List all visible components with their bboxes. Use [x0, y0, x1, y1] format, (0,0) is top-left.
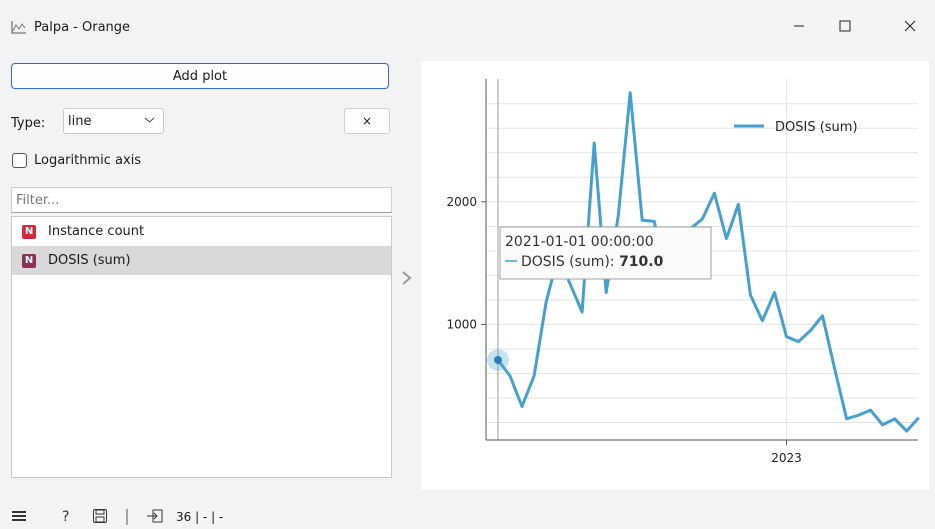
list-item-dosis-sum[interactable]: N DOSIS (sum) — [12, 246, 391, 275]
line-chart-icon — [11, 21, 26, 34]
log-axis-checkbox[interactable] — [12, 153, 27, 168]
line-chart[interactable]: 1000 2000 2023 DOSIS (sum) 2021-01-01 00:00:… — [421, 61, 929, 490]
log-axis-label[interactable]: Logarithmic axis — [34, 153, 141, 168]
chevron-right-icon[interactable] — [400, 270, 414, 286]
control-panel: Add plot Type: line × Logarithmic axis F… — [0, 52, 395, 492]
save-icon[interactable] — [92, 508, 108, 524]
tooltip-value-number: 710.0 — [619, 254, 664, 270]
maximize-icon — [839, 20, 851, 32]
list-item-instance-count[interactable]: N Instance count — [12, 217, 391, 246]
tooltip-value: DOSIS (sum): 710.0 — [521, 254, 664, 270]
hover-point — [494, 355, 502, 364]
status-bar: ? 36 | - | - — [0, 506, 935, 529]
minimize-icon — [794, 25, 804, 27]
list-item-label: DOSIS (sum) — [48, 253, 131, 268]
variable-list[interactable]: N Instance count N DOSIS (sum) — [11, 216, 392, 478]
chevron-down-icon — [144, 117, 155, 123]
help-icon[interactable]: ? — [59, 508, 75, 524]
x-tick-label: 2023 — [771, 451, 802, 465]
type-label: Type: — [11, 116, 46, 131]
tooltip-series-label: DOSIS (sum): — [521, 254, 619, 270]
svg-text:?: ? — [62, 509, 69, 524]
minimize-button[interactable] — [776, 10, 822, 42]
menu-icon[interactable] — [11, 508, 27, 524]
legend-label: DOSIS (sum) — [775, 120, 858, 135]
close-button[interactable] — [887, 10, 933, 42]
data-summary: 36 | - | - — [176, 510, 224, 524]
tooltip-date: 2021-01-01 00:00:00 — [505, 234, 654, 250]
list-item-label: Instance count — [48, 224, 145, 239]
filter-input[interactable]: Filter... — [11, 187, 392, 213]
close-icon — [904, 20, 916, 32]
window-title: Palpa - Orange — [34, 20, 131, 35]
numeric-variable-icon: N — [22, 224, 36, 239]
y-tick-label: 2000 — [446, 195, 477, 209]
title-bar: Palpa - Orange — [0, 0, 935, 52]
type-select-value: line — [68, 113, 92, 129]
y-tick-label: 1000 — [446, 317, 477, 331]
input-icon[interactable] — [146, 508, 164, 524]
plot-area[interactable]: 1000 2000 2023 DOSIS (sum) 2021-01-01 00:00:… — [421, 61, 929, 490]
numeric-variable-icon: N — [22, 253, 36, 268]
remove-plot-button[interactable]: × — [344, 108, 390, 134]
maximize-button[interactable] — [822, 10, 868, 42]
add-plot-button[interactable]: Add plot — [11, 63, 389, 89]
type-select[interactable]: line — [63, 108, 164, 134]
separator — [126, 509, 128, 525]
